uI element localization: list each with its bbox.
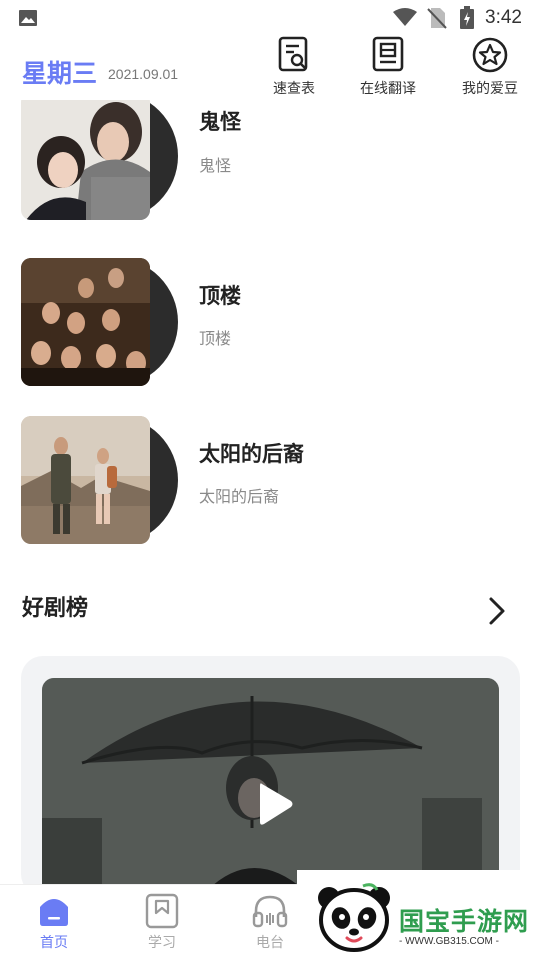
item-title: 顶楼 <box>199 284 241 308</box>
cover-image <box>21 92 150 220</box>
item-subtitle: 顶楼 <box>199 329 232 348</box>
quick-action-cheatsheet[interactable]: 速查表 <box>254 36 334 98</box>
watermark-url: - WWW.GB315.COM - <box>399 936 499 947</box>
panda-logo <box>315 882 393 958</box>
watermark: 国宝手游网 - WWW.GB315.COM - <box>297 870 540 960</box>
status-bar: 3:42 <box>0 0 540 36</box>
list-item[interactable]: 鬼怪 鬼怪 <box>0 92 540 222</box>
image-notification-icon <box>18 9 38 31</box>
headphones-icon <box>240 893 300 929</box>
nav-label: 首页 <box>40 935 68 951</box>
cover-image <box>21 258 150 386</box>
watermark-text: 国宝手游网 <box>399 907 530 936</box>
quick-action-label: 速查表 <box>273 81 315 97</box>
list-item[interactable]: 太阳的后裔 太阳的后裔 <box>0 416 540 546</box>
cover-image <box>21 416 150 544</box>
no-sim-icon <box>427 7 447 33</box>
search-document-icon <box>254 36 334 74</box>
nav-home[interactable]: 首页 <box>24 893 84 952</box>
bookmark-icon <box>132 893 192 929</box>
play-icon[interactable] <box>256 780 294 832</box>
item-subtitle: 鬼怪 <box>199 156 232 175</box>
quick-action-translate[interactable]: 在线翻译 <box>348 36 428 98</box>
weekday-label: 星期三 <box>22 59 98 88</box>
chevron-right-icon[interactable] <box>486 596 508 630</box>
battery-charging-icon <box>459 6 475 34</box>
item-title: 鬼怪 <box>199 110 241 134</box>
section-title: 好剧榜 <box>22 596 89 621</box>
header: 星期三 2021.09.01 速查表 在线翻译 我的爱豆 <box>0 36 540 100</box>
quick-action-label: 在线翻译 <box>360 81 416 97</box>
nav-radio[interactable]: 电台 <box>240 893 300 952</box>
date-label: 2021.09.01 <box>108 66 179 82</box>
quick-action-my-idol[interactable]: 我的爱豆 <box>450 36 530 98</box>
nav-study[interactable]: 学习 <box>132 893 192 952</box>
nav-label: 学习 <box>148 935 176 951</box>
home-icon <box>24 893 84 929</box>
star-circle-icon <box>450 36 530 74</box>
wifi-icon <box>392 7 418 31</box>
item-subtitle: 太阳的后裔 <box>199 487 280 506</box>
list-item[interactable]: 顶楼 顶楼 <box>0 258 540 388</box>
translate-document-icon <box>348 36 428 74</box>
quick-action-label: 我的爱豆 <box>462 81 518 97</box>
status-time: 3:42 <box>485 7 522 28</box>
nav-label: 电台 <box>256 935 284 951</box>
item-title: 太阳的后裔 <box>199 442 304 466</box>
